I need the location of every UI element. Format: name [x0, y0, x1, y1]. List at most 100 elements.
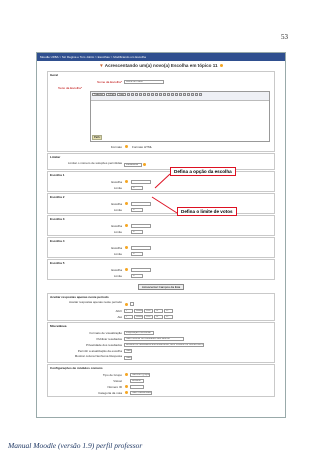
align-right-icon[interactable]	[166, 93, 170, 96]
nome-input[interactable]: Insira um valor	[124, 79, 164, 84]
privacidade-select[interactable]: Mostrar os resultados anonimamente, sem …	[124, 342, 204, 347]
id-label: Número ID	[107, 384, 122, 389]
publicar-select[interactable]: Não mostrar os resultados aos alunos	[124, 336, 184, 341]
formato-value[interactable]: Formato HTML	[132, 145, 152, 149]
visualizacao-label: Formato de visualização	[89, 330, 122, 335]
escolha-input[interactable]	[131, 201, 151, 206]
visivel-select[interactable]: Mostrar	[130, 378, 144, 383]
align-center-icon[interactable]	[162, 93, 166, 96]
section-legend: Escolha 2	[48, 194, 274, 200]
section-respostas: Aceitar respostas apenas neste período A…	[47, 293, 275, 321]
image-icon[interactable]	[186, 93, 190, 96]
arrow-icon: ▼	[99, 63, 104, 68]
id-input[interactable]	[130, 384, 144, 389]
editor-toolbar: Trebuchet 1 (8 pt) Lang	[91, 92, 269, 101]
help-icon[interactable]	[125, 224, 128, 227]
subscript-icon[interactable]	[142, 93, 146, 96]
escolha-input[interactable]	[131, 179, 151, 184]
help-icon[interactable]	[125, 302, 128, 306]
section-legend: Configurações de módulos comuns	[48, 365, 274, 371]
grupo-select[interactable]: Nenhum grupo	[130, 372, 150, 377]
help-icon[interactable]	[125, 373, 128, 376]
abrir-label: Abrir	[115, 308, 122, 313]
section-legend: Geral	[48, 72, 274, 78]
section-escolha-4: Escolha 4 Escolha Limite 0	[47, 237, 275, 258]
help-icon[interactable]	[125, 385, 128, 388]
section-escolha-3: Escolha 3 Escolha Limite 0	[47, 215, 275, 236]
lang-select[interactable]: Lang	[117, 93, 126, 96]
indent-icon[interactable]	[178, 93, 182, 96]
form-title-text: Acrescentando um(a) novo(a) Escolha em t…	[104, 63, 218, 68]
editor-path: Path:	[92, 135, 103, 140]
limite-input[interactable]: 0	[131, 251, 143, 256]
smiley-icon[interactable]	[194, 93, 198, 96]
limite-input[interactable]: 0	[131, 229, 143, 234]
list-icon[interactable]	[174, 93, 178, 96]
section-miscelanea: Miscelânea Formato de visualização Dispos…	[47, 322, 275, 363]
nome-label: Nome da Escolha*	[97, 79, 122, 84]
html-editor[interactable]: Trebuchet 1 (8 pt) Lang Path:	[90, 91, 270, 142]
search-icon[interactable]	[198, 93, 202, 96]
section-modulos: Configurações de módulos comuns Tipo de …	[47, 364, 275, 397]
escolha-input[interactable]	[131, 267, 151, 272]
help-icon[interactable]	[125, 180, 128, 183]
limite-input[interactable]: 0	[131, 207, 143, 212]
underline-icon[interactable]	[134, 93, 138, 96]
respostas-checkbox[interactable]	[130, 302, 134, 306]
help-icon[interactable]	[125, 246, 128, 249]
navigation-bar[interactable]: Moodle UFBA > Sic Regina e Tom Jobim > E…	[37, 53, 285, 61]
section-legend: Escolha 4	[48, 238, 274, 244]
visualizacao-select[interactable]: Disposição horizontal	[124, 330, 154, 335]
coluna-select[interactable]: Não	[124, 355, 132, 360]
ate-date[interactable]: 1Setembro20091455	[124, 314, 174, 319]
redo-icon[interactable]	[154, 93, 158, 96]
section-legend: Miscelânea	[48, 323, 274, 329]
categoria-label: Categoria da nota	[98, 390, 122, 395]
escolha-input[interactable]	[131, 245, 151, 250]
superscript-icon[interactable]	[146, 93, 150, 96]
coluna-label: Mostrar coluna Nenhuma Resposta	[74, 354, 122, 358]
limite-label: Limite	[113, 207, 122, 212]
help-icon[interactable]	[143, 163, 146, 166]
justify-icon[interactable]	[170, 93, 174, 96]
limite-input[interactable]: 0	[131, 185, 143, 190]
help-icon[interactable]	[125, 268, 128, 271]
table-icon[interactable]	[190, 93, 194, 96]
bold-icon[interactable]	[126, 93, 130, 96]
section-legend: Aceitar respostas apenas neste período	[48, 294, 274, 300]
limite-label: Limite	[113, 251, 122, 256]
limite-label: Limite	[113, 273, 122, 278]
strike-icon[interactable]	[138, 93, 142, 96]
help-icon[interactable]	[125, 145, 128, 148]
link-icon[interactable]	[182, 93, 186, 96]
categoria-select[interactable]: Não Classificados	[130, 390, 152, 395]
limitar-select[interactable]: Desabilitar	[124, 162, 142, 167]
help-icon[interactable]	[125, 202, 128, 205]
editor-textarea[interactable]	[91, 101, 269, 135]
atualizacao-select[interactable]: Não	[124, 348, 132, 353]
help-icon[interactable]	[219, 64, 223, 68]
callout-limite: Defina o limite de votos	[177, 207, 237, 216]
limite-input[interactable]: 0	[131, 273, 143, 278]
abrir-date[interactable]: 1Setembro20091455	[124, 308, 174, 313]
undo-icon[interactable]	[150, 93, 154, 96]
add-fields-button[interactable]: Acrescentar Campos da lista	[137, 284, 185, 290]
section-legend: Escolha 3	[48, 216, 274, 222]
grupo-label: Tipo de Grupo	[102, 372, 122, 377]
limitar-label: Limitar o número de soluções permitidas	[67, 161, 122, 165]
help-icon[interactable]	[125, 391, 128, 394]
page-number: 53	[281, 33, 288, 41]
italic-icon[interactable]	[130, 93, 134, 96]
escolha-input[interactable]	[131, 223, 151, 228]
caption: Manual Moodle (versão 1.9) perfil profes…	[8, 441, 143, 450]
section-legend: Limitar	[48, 154, 274, 160]
formato-label: Formato	[110, 144, 122, 149]
respostas-label: Aceitar respostas apenas neste período	[68, 301, 122, 304]
ate-label: Até	[117, 314, 122, 319]
section-legend: Escolha 1	[48, 172, 274, 178]
font-select[interactable]: Trebuchet	[92, 93, 105, 96]
align-left-icon[interactable]	[158, 93, 162, 96]
size-select[interactable]: 1 (8 pt)	[105, 93, 117, 96]
escolha-label: Escolha	[111, 267, 122, 272]
atualizacao-label: Permitir a atualização da escolha	[77, 348, 122, 353]
